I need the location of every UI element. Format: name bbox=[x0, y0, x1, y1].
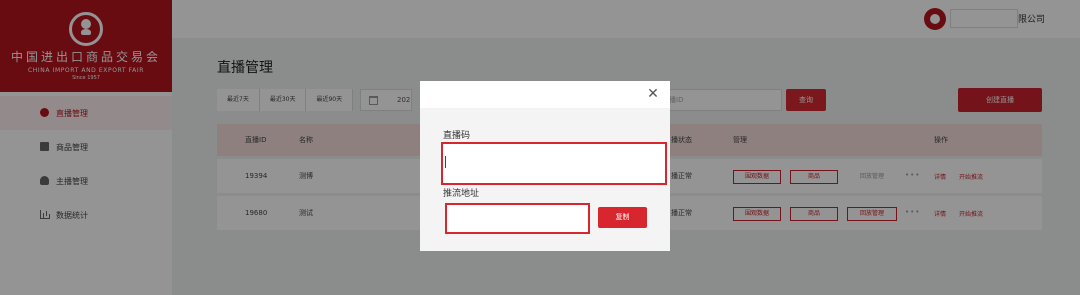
close-icon[interactable]: ✕ bbox=[646, 87, 660, 101]
dialog-body: 直播码 推流地址 复制 bbox=[420, 109, 670, 251]
push-url-label: 推流地址 bbox=[443, 189, 480, 199]
stream-info-dialog: ✕ 直播码 推流地址 复制 bbox=[420, 81, 670, 251]
copy-button[interactable]: 复制 bbox=[598, 207, 647, 228]
live-code-label: 直播码 bbox=[443, 131, 471, 141]
dialog-header: ✕ bbox=[420, 81, 670, 109]
push-url-field[interactable] bbox=[445, 203, 590, 234]
live-code-field[interactable] bbox=[441, 142, 667, 185]
text-caret bbox=[445, 156, 446, 168]
